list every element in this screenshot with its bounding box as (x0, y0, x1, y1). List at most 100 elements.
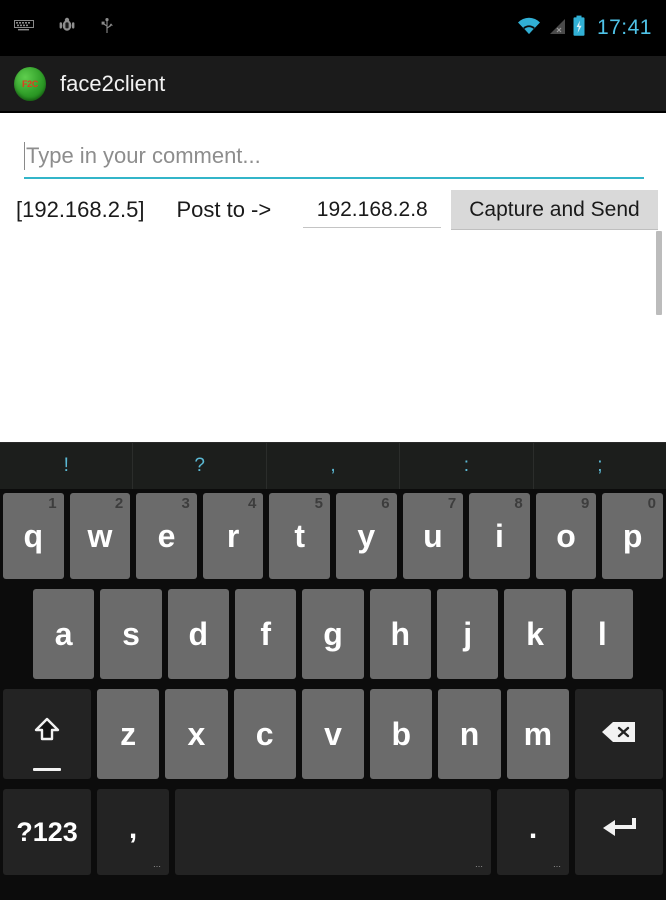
app-logo-text: F2C (21, 78, 39, 89)
enter-key[interactable] (575, 789, 663, 875)
keyboard-row-4: ?123 , ⋯ ⋯ . ⋯ (0, 785, 666, 885)
backspace-key[interactable] (574, 689, 663, 779)
key-label: a (54, 616, 73, 652)
key-l[interactable]: l (571, 589, 633, 679)
keyboard-row-3: z x c v b n m (0, 685, 666, 785)
key-s[interactable]: s (100, 589, 162, 679)
app-title: face2client (60, 70, 166, 96)
key-label: v (324, 716, 342, 752)
key-hint: 9 (581, 495, 590, 512)
key-n[interactable]: n (438, 689, 501, 779)
key-g[interactable]: g (302, 589, 364, 679)
status-bar: 17:41 (0, 0, 666, 56)
local-ip-label: [192.168.2.5] (16, 197, 145, 222)
key-label: x (187, 716, 206, 752)
scrollbar-thumb[interactable] (656, 231, 662, 315)
key-z[interactable]: z (97, 689, 160, 779)
shift-key[interactable] (3, 689, 91, 779)
key-j[interactable]: j (436, 589, 499, 679)
shift-arrow-icon (30, 713, 64, 755)
key-label: z (120, 716, 137, 752)
battery-charging-icon (572, 15, 586, 42)
key-o[interactable]: 9 o (535, 493, 597, 579)
key-e[interactable]: 3 e (136, 493, 197, 579)
key-hint: 0 (647, 495, 656, 512)
key-label: y (357, 518, 376, 554)
key-label: ?123 (16, 816, 78, 847)
key-label: k (526, 616, 544, 652)
key-i[interactable]: 8 i (469, 493, 530, 579)
key-h[interactable]: h (369, 589, 431, 679)
key-label: h (390, 616, 411, 652)
status-clock: 17:41 (596, 16, 652, 39)
key-label: , (128, 811, 138, 845)
key-label: e (157, 518, 176, 554)
key-m[interactable]: m (506, 689, 569, 779)
key-hint: 7 (447, 495, 457, 512)
key-label: c (255, 716, 274, 752)
key-d[interactable]: d (167, 589, 229, 679)
key-label: j (463, 616, 473, 652)
key-label: r (226, 518, 240, 554)
suggestion-strip: ! ? , : ; (0, 442, 666, 489)
suggestion-item[interactable]: ; (534, 443, 666, 489)
key-label: w (87, 518, 113, 554)
key-f[interactable]: f (234, 589, 297, 679)
key-hint: 4 (248, 495, 257, 512)
key-b[interactable]: b (370, 689, 433, 779)
backspace-icon (600, 716, 638, 753)
status-bar-left-icons (14, 17, 114, 40)
key-p[interactable]: 0 p (602, 493, 663, 579)
keyboard-icon (14, 19, 34, 38)
app-logo-icon: F2C (14, 66, 46, 101)
keyboard-row-2: a s d f g h j k l (0, 585, 666, 685)
key-hint: 6 (381, 495, 390, 512)
key-hint: 5 (314, 495, 323, 512)
text-caret (24, 142, 25, 170)
key-hint: 1 (48, 495, 57, 512)
key-more-options-icon: ⋯ (475, 862, 484, 871)
key-label: s (122, 616, 140, 652)
suggestion-item[interactable]: ? (133, 443, 267, 489)
content-scrollbar[interactable] (656, 231, 662, 421)
key-x[interactable]: x (165, 689, 228, 779)
key-more-options-icon: ⋯ (553, 862, 562, 871)
key-label: t (294, 518, 305, 554)
soft-keyboard: ! ? , : ; 1 q 2 w 3 e 4 r 5 t 6 y 7 u 8 … (0, 442, 666, 900)
suggestion-item[interactable]: ! (0, 443, 134, 489)
key-v[interactable]: v (301, 689, 365, 779)
key-q[interactable]: 1 q (3, 493, 64, 579)
key-t[interactable]: 5 t (269, 493, 330, 579)
key-more-options-icon: ⋯ (153, 862, 162, 871)
key-y[interactable]: 6 y (335, 493, 397, 579)
capture-and-send-button[interactable]: Capture and Send (451, 190, 658, 230)
key-r[interactable]: 4 r (202, 493, 264, 579)
key-label: q (23, 518, 44, 554)
main-content: Type in your comment... [192.168.2.5] Po… (0, 113, 666, 442)
key-w[interactable]: 2 w (69, 493, 131, 579)
key-label: n (459, 716, 480, 752)
key-label: d (188, 616, 209, 652)
key-label: u (423, 518, 443, 554)
key-a[interactable]: a (33, 589, 95, 679)
space-key[interactable]: ⋯ (175, 789, 491, 875)
key-hint: 8 (514, 495, 523, 512)
key-k[interactable]: k (504, 589, 566, 679)
target-ip-input[interactable]: 192.168.2.8 (303, 192, 442, 228)
action-bar: F2C face2client (0, 56, 666, 112)
period-key[interactable]: . ⋯ (497, 789, 569, 875)
symbols-key[interactable]: ?123 (3, 789, 91, 875)
controls-row: [192.168.2.5] Post to -> 192.168.2.8 Cap… (16, 189, 658, 231)
suggestion-item[interactable]: : (400, 443, 534, 489)
android-debug-icon (58, 17, 76, 40)
wifi-icon (516, 16, 542, 41)
key-label: g (323, 616, 343, 652)
comment-input[interactable]: Type in your comment... (24, 135, 644, 179)
comma-key[interactable]: , ⋯ (97, 789, 169, 875)
suggestion-item[interactable]: , (267, 443, 401, 489)
key-hint: 2 (114, 495, 124, 512)
key-u[interactable]: 7 u (402, 493, 464, 579)
shift-state-indicator (33, 768, 61, 771)
key-hint: 3 (181, 495, 190, 512)
key-c[interactable]: c (233, 689, 296, 779)
